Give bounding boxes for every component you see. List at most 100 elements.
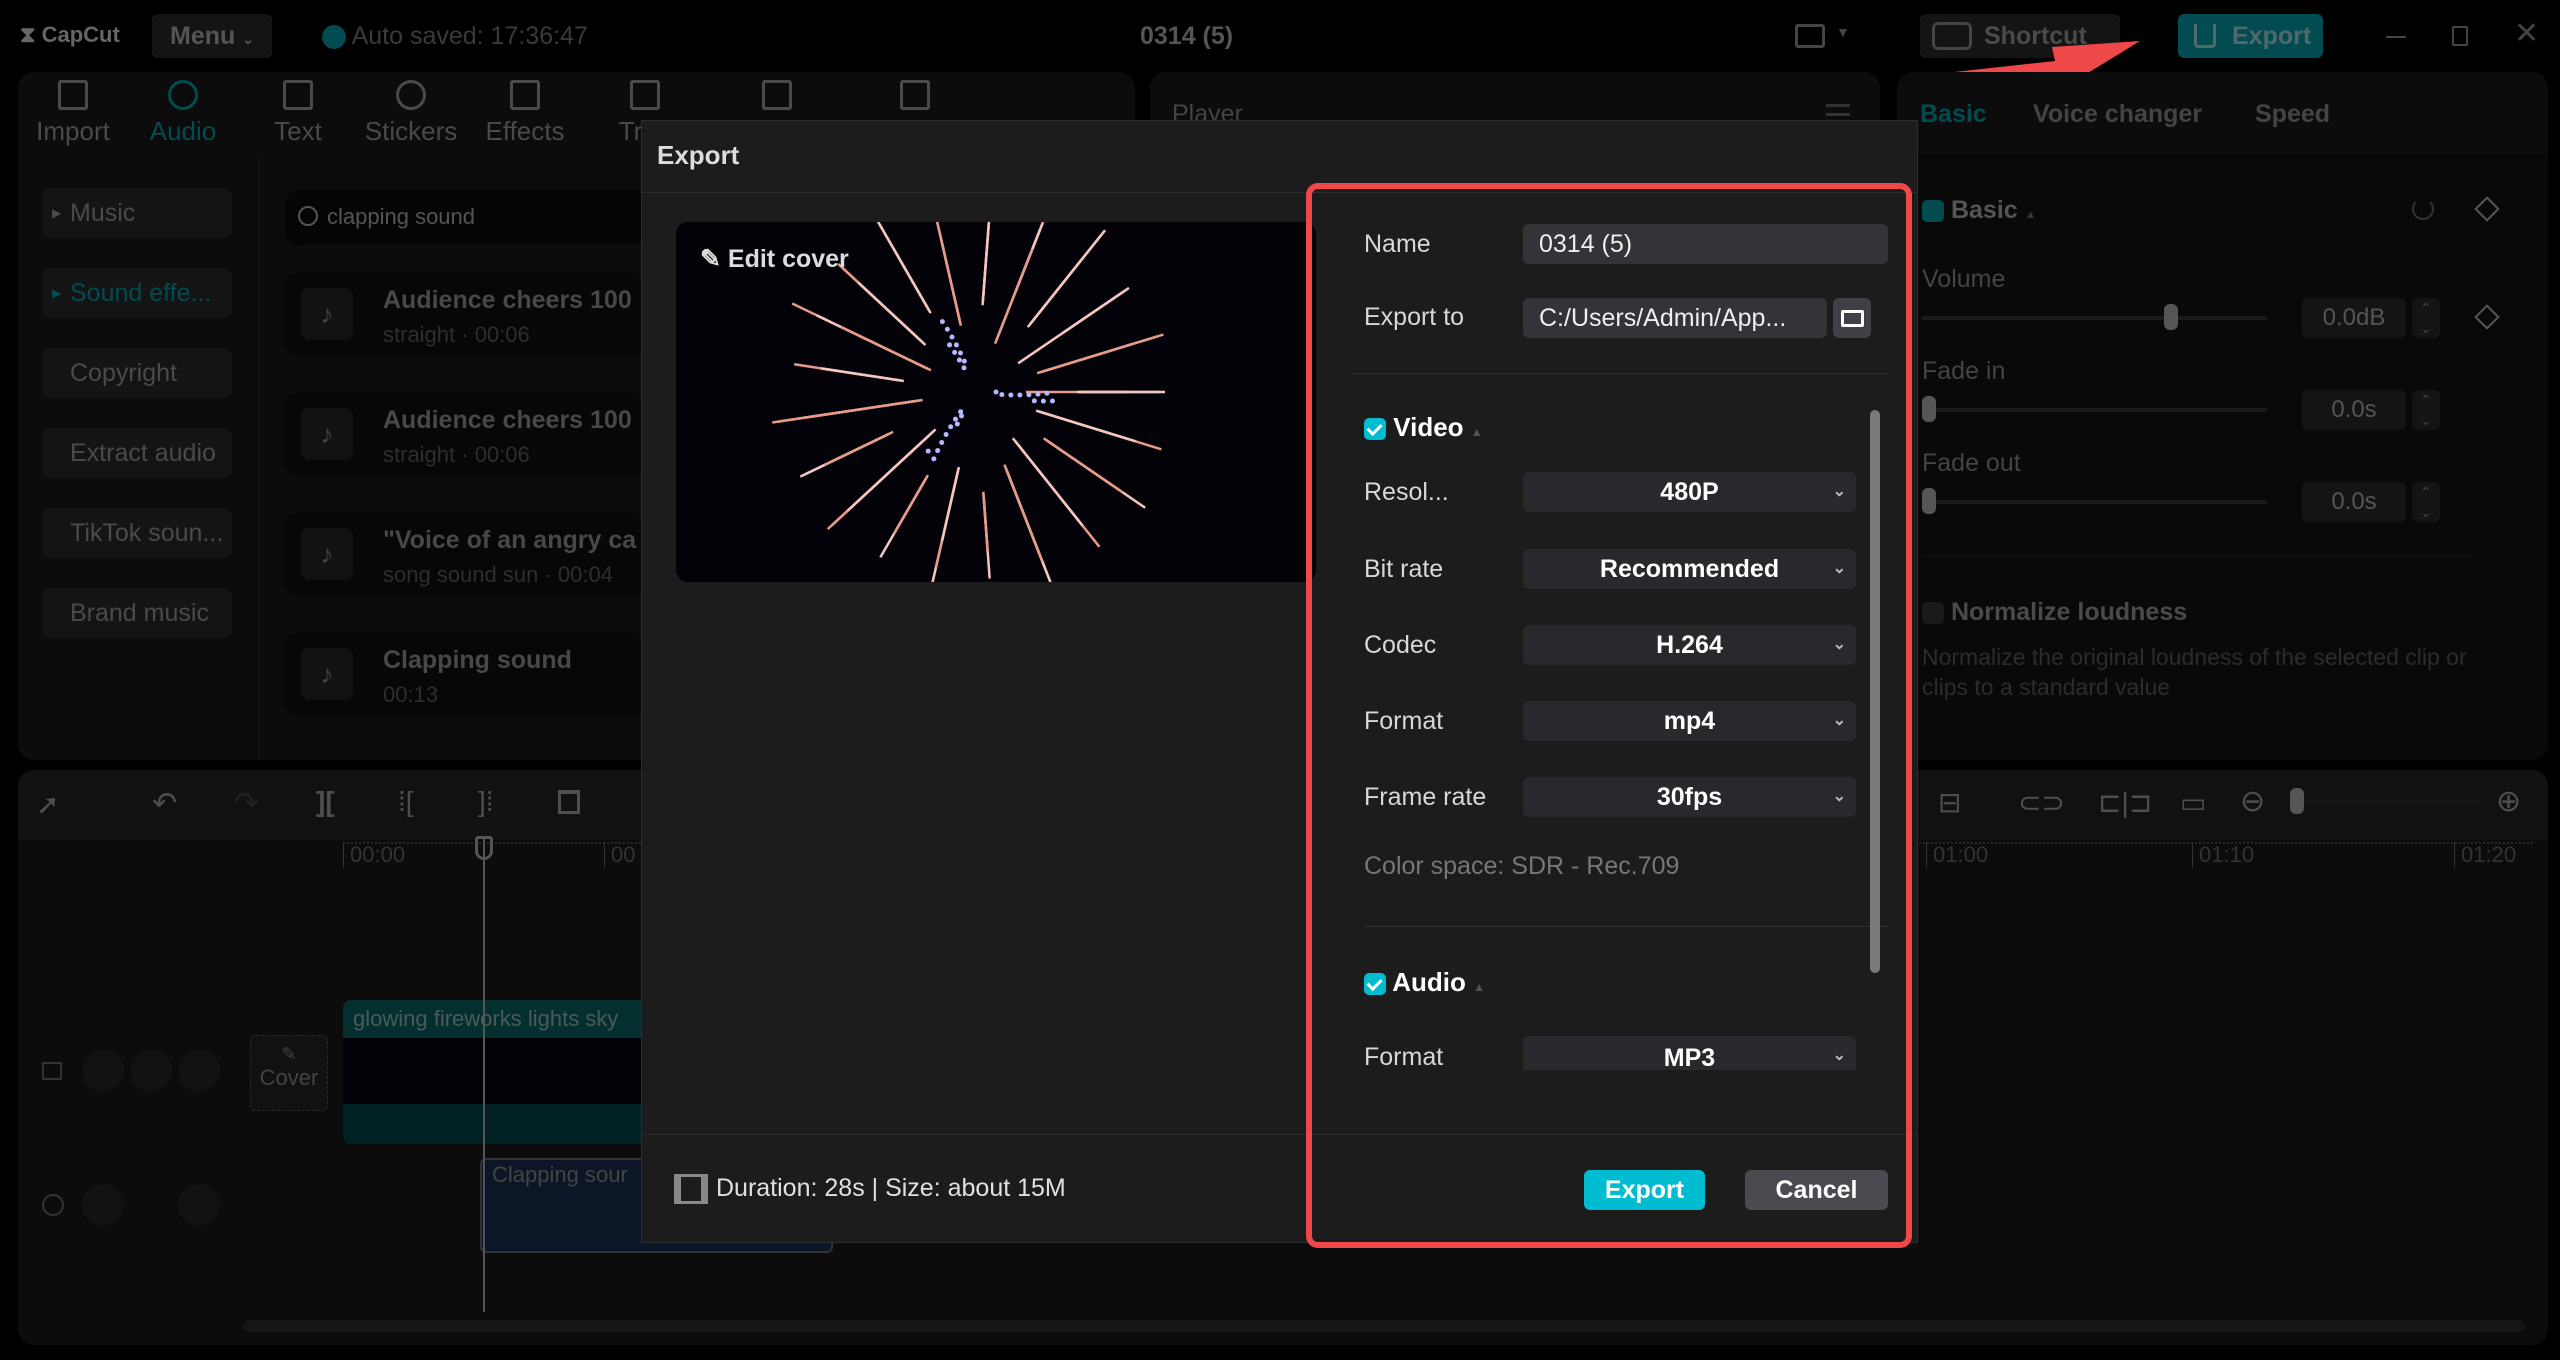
audio-format-value: MP3: [1663, 1044, 1716, 1072]
fade-in-slider[interactable]: [1922, 396, 2267, 422]
timeline-scrollbar[interactable]: [244, 1320, 2524, 1332]
ruler-label: 01:10: [2192, 842, 2254, 868]
layout-dropdown-icon[interactable]: ▼: [1836, 24, 1850, 40]
audio-format-select[interactable]: MP3 ⌄: [1523, 1036, 1856, 1072]
tab-speed[interactable]: Speed: [2255, 100, 2330, 129]
normalize-checkbox[interactable]: [1922, 602, 1944, 625]
resol-select[interactable]: 480P ⌄: [1523, 472, 1856, 512]
edit-cover-button[interactable]: ✎ Edit cover: [700, 244, 849, 274]
category-2[interactable]: Copyright: [42, 348, 232, 398]
normalize-loudness-toggle[interactable]: Normalize loudness: [1922, 598, 2187, 627]
split-audio-icon[interactable]: ⊏|⊐: [2098, 786, 2152, 819]
video-clip[interactable]: glowing fireworks lights sky: [343, 1000, 643, 1144]
fade-in-handle[interactable]: [1922, 396, 1936, 422]
cover-button[interactable]: ✎ Cover: [250, 1035, 328, 1111]
codecselect[interactable]: H.264 ⌄: [1523, 625, 1856, 665]
browse-folder-button[interactable]: [1833, 298, 1871, 338]
eye-icon[interactable]: [130, 1050, 172, 1092]
tab-voice-changer[interactable]: Voice changer: [2033, 100, 2202, 129]
fade-out-input[interactable]: 0.0s: [2302, 482, 2406, 522]
minimize-icon[interactable]: [2386, 36, 2406, 38]
fade-out-handle[interactable]: [1922, 488, 1936, 514]
volume-input[interactable]: 0.0dB: [2302, 298, 2406, 338]
formatselect[interactable]: mp4 ⌄: [1523, 701, 1856, 741]
sidebar-divider: [258, 155, 260, 760]
category-3[interactable]: Extract audio: [42, 428, 232, 478]
tab-filters-icon[interactable]: [722, 80, 832, 116]
edit-icon: ✎: [281, 1044, 297, 1064]
zoom-out-icon[interactable]: ⊖: [2240, 784, 2265, 819]
reset-icon[interactable]: [2412, 198, 2434, 220]
speaker-icon[interactable]: [178, 1184, 220, 1226]
fade-in-input[interactable]: 0.0s: [2302, 390, 2406, 430]
undo-icon[interactable]: ↶: [152, 786, 177, 821]
sound-list-item[interactable]: ♪ Audience cheers 100 straight · 00:06: [285, 392, 645, 476]
audio-section-toggle[interactable]: Audio ▲: [1364, 967, 1485, 998]
category-4[interactable]: TikTok soun...: [42, 508, 232, 558]
export-button[interactable]: Export: [1584, 1170, 1705, 1210]
restore-icon[interactable]: [2452, 26, 2468, 46]
category-1[interactable]: ▶ Sound effe...: [42, 268, 232, 318]
volume-stepper[interactable]: ⌃ ⌄: [2412, 298, 2440, 338]
logo-text: CapCut: [41, 22, 120, 47]
fade-in-stepper[interactable]: ⌃ ⌄: [2412, 390, 2440, 430]
trim-left-icon[interactable]: ⁞[: [398, 786, 414, 818]
split-icon[interactable]: ][: [316, 786, 335, 818]
tab-basic[interactable]: Basic: [1920, 100, 1987, 129]
speaker-icon[interactable]: [178, 1050, 220, 1092]
freeze-icon[interactable]: ⊟: [1938, 786, 1961, 819]
sound-list-item[interactable]: ♪ Clapping sound 00:13: [285, 632, 645, 716]
video-checkbox[interactable]: [1364, 418, 1386, 441]
zoom-in-icon[interactable]: ⊕: [2496, 784, 2521, 819]
select-tool-icon[interactable]: ➚: [36, 788, 59, 821]
search-input[interactable]: clapping sound: [285, 190, 665, 245]
lock-icon[interactable]: [82, 1184, 124, 1226]
tab-stickers[interactable]: Stickers: [356, 80, 466, 147]
tab-adjust-icon[interactable]: [860, 80, 970, 116]
playhead-handle[interactable]: [475, 836, 493, 860]
close-icon[interactable]: ✕: [2514, 16, 2539, 51]
zoom-fit-icon[interactable]: ▭: [2180, 786, 2206, 819]
basic-section-header[interactable]: Basic ▲: [1922, 196, 2037, 225]
cancel-button[interactable]: Cancel: [1745, 1170, 1888, 1210]
name-input[interactable]: 0314 (5): [1523, 224, 1888, 264]
lock-icon[interactable]: [82, 1050, 124, 1092]
trim-right-icon[interactable]: ]⁞: [478, 786, 494, 818]
zoom-slider-handle[interactable]: [2290, 788, 2304, 814]
redo-icon[interactable]: ↷: [234, 786, 259, 821]
sound-meta: 00:13: [383, 682, 439, 707]
bit-rateselect[interactable]: Recommended ⌄: [1523, 549, 1856, 589]
tab-effects[interactable]: Effects: [470, 80, 580, 147]
settings-scrollbar[interactable]: [1870, 410, 1880, 973]
category-0[interactable]: ▶ Music: [42, 188, 232, 238]
basic-checkbox[interactable]: [1922, 200, 1944, 223]
link-icon[interactable]: ⊂⊃: [2018, 786, 2065, 819]
tab-text[interactable]: Text: [243, 80, 353, 147]
tab-import[interactable]: Import: [18, 80, 128, 147]
cover-preview[interactable]: ✎ Edit cover: [676, 222, 1316, 582]
frame-rateselect[interactable]: 30fps ⌄: [1523, 777, 1856, 817]
fade-out-slider[interactable]: [1922, 488, 2267, 514]
audio-checkbox[interactable]: [1364, 973, 1386, 996]
category-5[interactable]: Brand music: [42, 588, 232, 638]
zoom-slider[interactable]: [2290, 788, 2480, 814]
playhead[interactable]: [483, 836, 485, 1312]
volume-slider[interactable]: [1922, 304, 2267, 330]
video-section-toggle[interactable]: Video ▲: [1364, 412, 1483, 443]
sound-list-item[interactable]: ♪ Audience cheers 100 straight · 00:06: [285, 272, 645, 356]
menu-button[interactable]: Menu ⌄: [152, 14, 272, 58]
folder-icon: [1841, 310, 1864, 327]
fade-out-stepper[interactable]: ⌃ ⌄: [2412, 482, 2440, 522]
export-path-input[interactable]: C:/Users/Admin/App...: [1523, 298, 1827, 338]
ruler-label: 01:00: [1926, 842, 1988, 868]
layout-icon[interactable]: [1795, 24, 1825, 48]
ruler-label: 00:00: [343, 842, 405, 868]
select-value: H.264: [1656, 631, 1723, 659]
tab-audio[interactable]: Audio: [128, 80, 238, 147]
sound-list-item[interactable]: ♪ "Voice of an angry ca song sound sun · 0…: [285, 512, 645, 596]
player-menu-icon[interactable]: [1826, 104, 1850, 116]
delete-icon[interactable]: [558, 790, 580, 814]
export-top-button[interactable]: Export: [2178, 14, 2323, 58]
field-label: Bit rate: [1364, 555, 1444, 583]
volume-slider-handle[interactable]: [2163, 304, 2178, 330]
